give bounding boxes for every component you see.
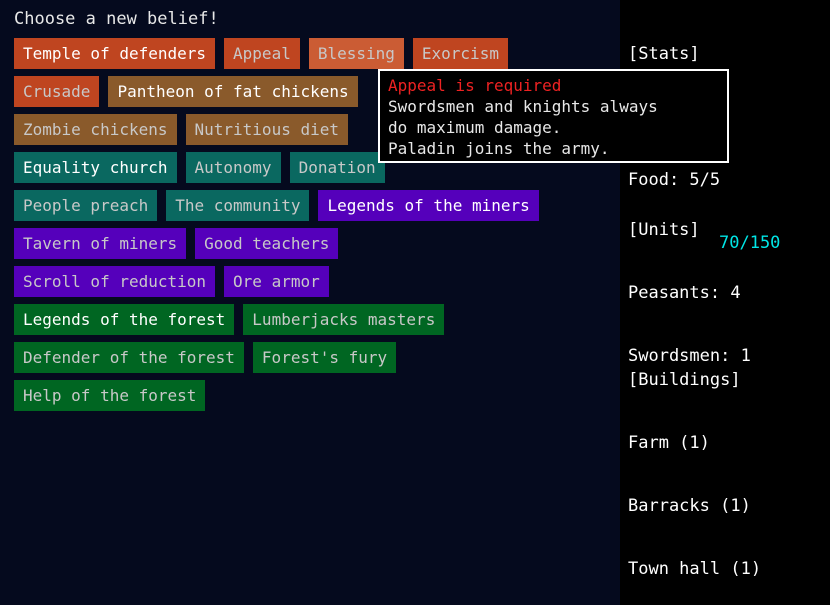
belief-button-help-of-the-forest[interactable]: Help of the forest bbox=[14, 380, 206, 411]
belief-button-scroll-of-reduction[interactable]: Scroll of reduction bbox=[14, 266, 216, 297]
belief-button-tavern-of-miners[interactable]: Tavern of miners bbox=[14, 228, 187, 259]
building-row: Barracks (1) bbox=[628, 496, 751, 516]
belief-button-zombie-chickens[interactable]: Zombie chickens bbox=[14, 114, 177, 145]
belief-button-people-preach[interactable]: People preach bbox=[14, 190, 158, 221]
page-title: Choose a new belief! bbox=[14, 9, 219, 29]
belief-button-temple-of-defenders[interactable]: Temple of defenders bbox=[14, 38, 216, 69]
belief-button-the-community[interactable]: The community bbox=[166, 190, 310, 221]
belief-row: Legends of the forest Lumberjacks masters bbox=[14, 304, 620, 335]
belief-tooltip: Appeal is required Swordsmen and knights… bbox=[378, 69, 729, 163]
belief-button-defender-of-the-forest[interactable]: Defender of the forest bbox=[14, 342, 244, 373]
belief-button-ore-armor[interactable]: Ore armor bbox=[224, 266, 329, 297]
tooltip-description-line: Paladin joins the army. bbox=[388, 139, 610, 158]
belief-button-appeal[interactable]: Appeal bbox=[224, 38, 300, 69]
belief-button-legends-of-the-forest[interactable]: Legends of the forest bbox=[14, 304, 235, 335]
belief-button-donation[interactable]: Donation bbox=[289, 152, 385, 183]
belief-row: Scroll of reduction Ore armor bbox=[14, 266, 620, 297]
building-row: Town hall (1) bbox=[628, 559, 762, 579]
belief-row: People preach The community Legends of the… bbox=[14, 190, 620, 221]
belief-button-good-teachers[interactable]: Good teachers bbox=[195, 228, 339, 259]
tooltip-requirement: Appeal is required bbox=[388, 76, 562, 95]
belief-button-legends-of-the-miners[interactable]: Legends of the miners bbox=[318, 190, 539, 221]
belief-button-pantheon-of-fat-chickens[interactable]: Pantheon of fat chickens bbox=[108, 76, 358, 107]
belief-row: Defender of the forest Forest's fury bbox=[14, 342, 620, 373]
belief-button-forest-s-fury[interactable]: Forest's fury bbox=[252, 342, 397, 373]
tooltip-description-line: Swordsmen and knights always bbox=[388, 97, 658, 116]
belief-button-equality-church[interactable]: Equality church bbox=[14, 152, 177, 183]
belief-button-lumberjacks-masters[interactable]: Lumberjacks masters bbox=[243, 304, 445, 335]
belief-button-blessing[interactable]: Blessing bbox=[308, 38, 404, 69]
buildings-section: [Buildings] Farm (1) Barracks (1) Town h… bbox=[628, 330, 761, 605]
belief-button-autonomy[interactable]: Autonomy bbox=[185, 152, 281, 183]
units-header: [Units] bbox=[628, 220, 700, 240]
belief-button-nutritious-diet[interactable]: Nutritious diet bbox=[185, 114, 348, 145]
belief-row: Tavern of miners Good teachers bbox=[14, 228, 620, 259]
buildings-header: [Buildings] bbox=[628, 370, 741, 390]
unit-row: Peasants: 4 bbox=[628, 283, 741, 303]
belief-row: Temple of defenders Appeal Blessing Exorcis… bbox=[14, 38, 620, 69]
stats-header: [Stats] bbox=[628, 44, 700, 64]
belief-button-exorcism[interactable]: Exorcism bbox=[412, 38, 508, 69]
tooltip-description-line: do maximum damage. bbox=[388, 118, 562, 137]
game-screen: Choose a new belief! Temple of defenders… bbox=[0, 0, 830, 605]
belief-button-crusade[interactable]: Crusade bbox=[14, 76, 100, 107]
building-row: Farm (1) bbox=[628, 433, 710, 453]
belief-row: Help of the forest bbox=[14, 380, 620, 411]
